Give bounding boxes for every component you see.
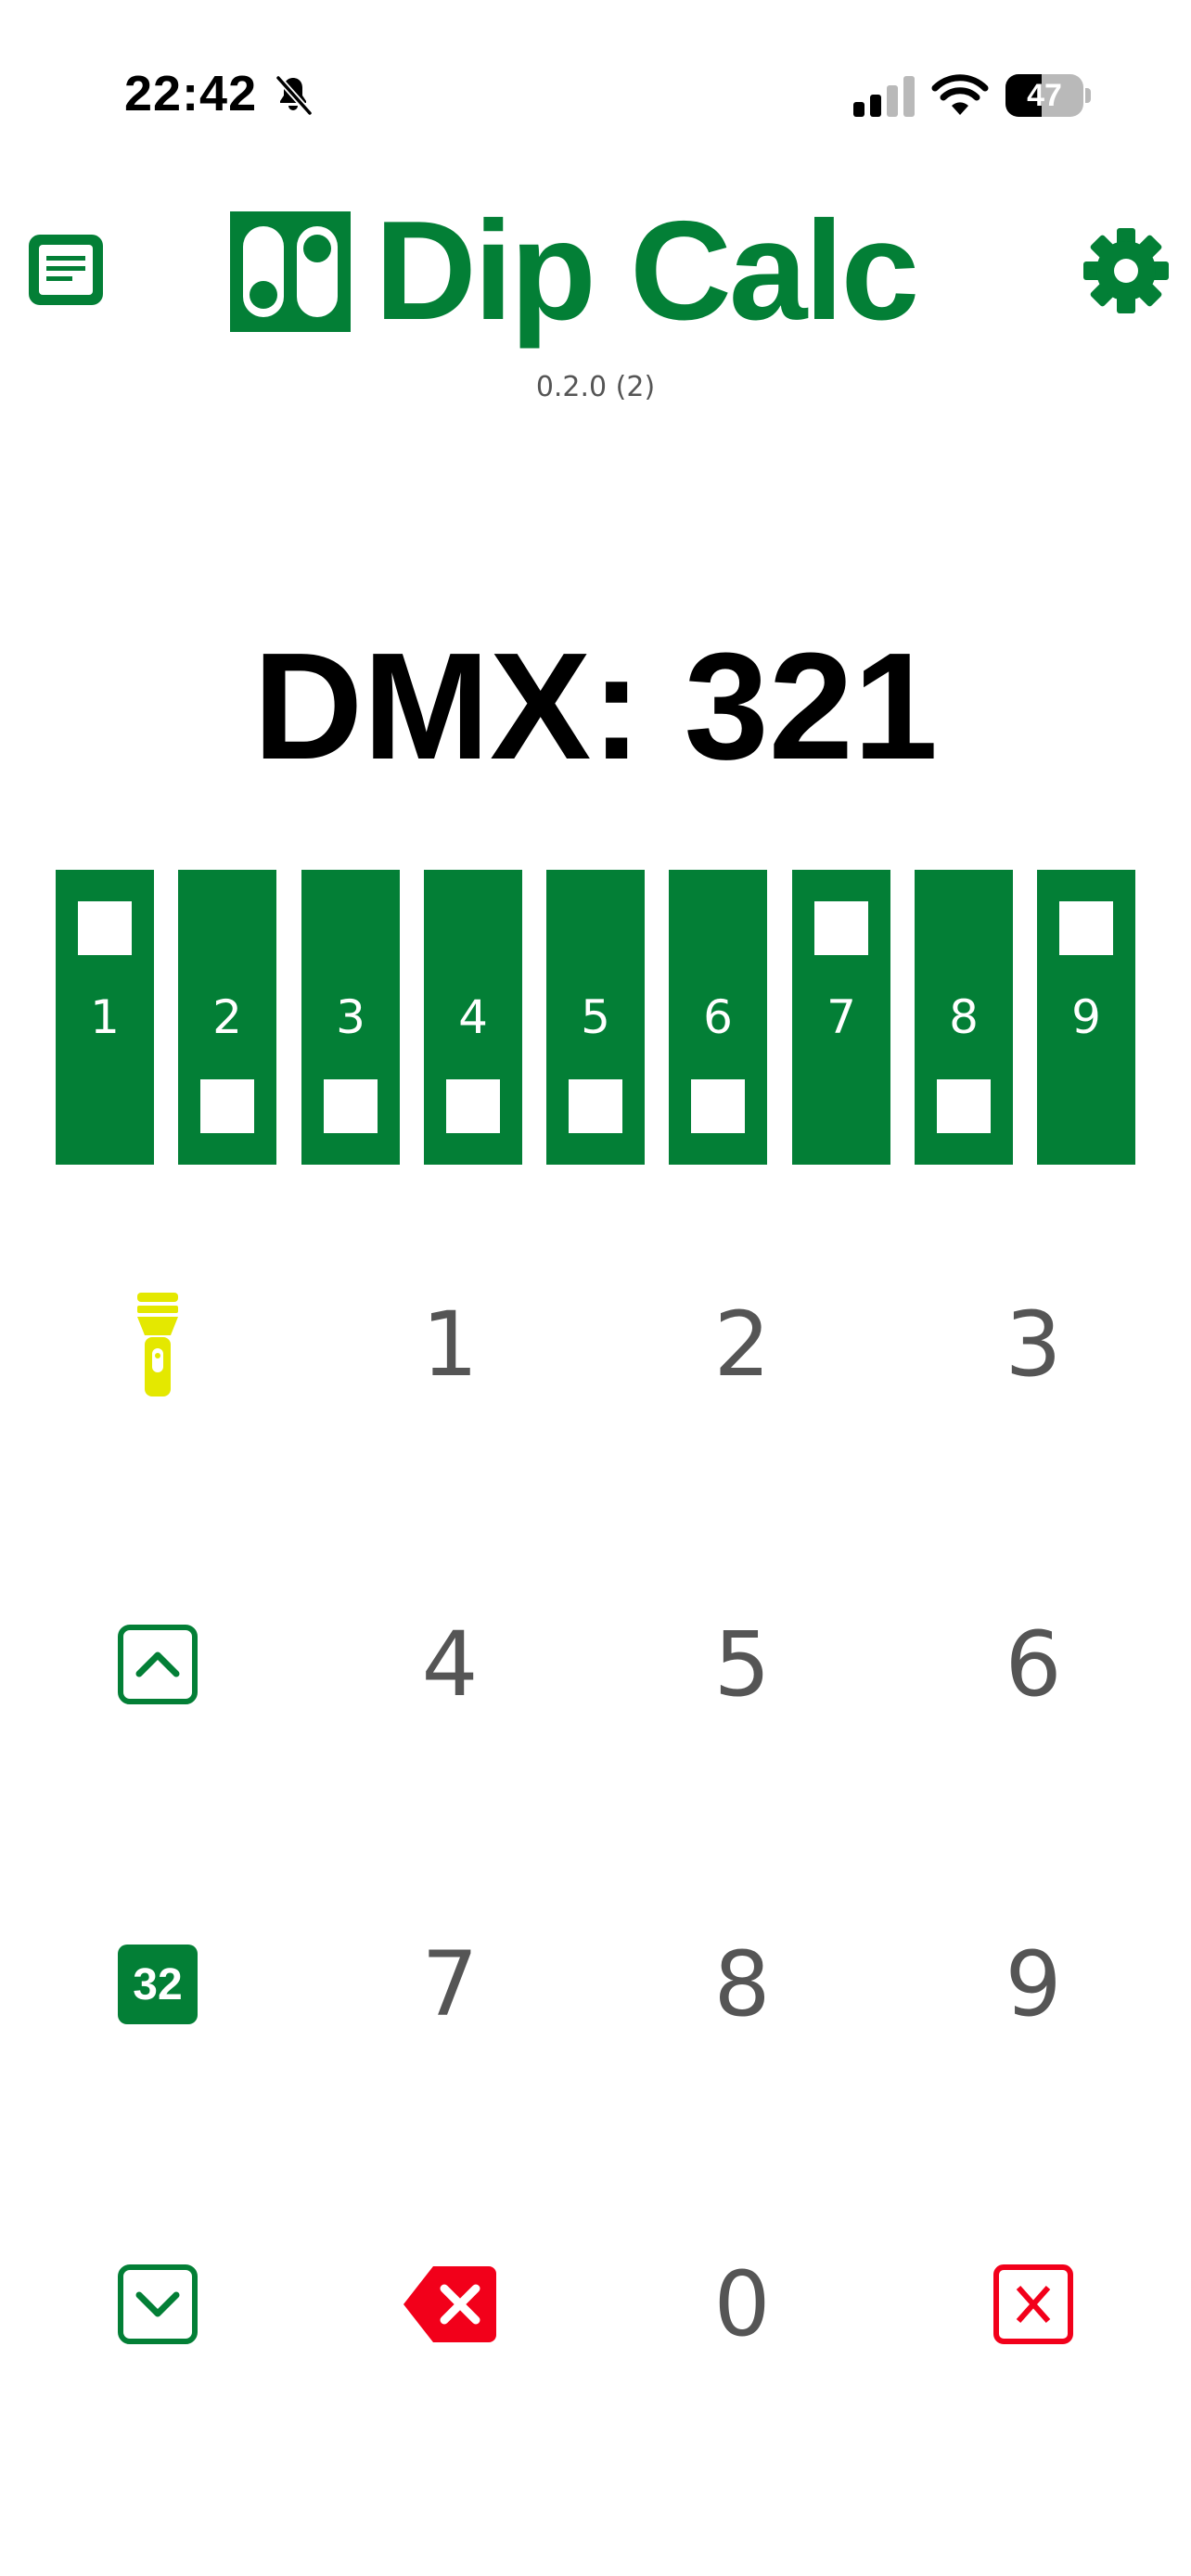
clear-button[interactable] bbox=[894, 2165, 1172, 2443]
battery-icon: 47 bbox=[1005, 74, 1091, 117]
key-5[interactable]: 5 bbox=[603, 1525, 881, 1804]
dip-switch-number: 6 bbox=[703, 990, 733, 1044]
key-6-label: 6 bbox=[1005, 1613, 1062, 1716]
dip-switch-row: 1 2 3 4 5 6 7 8 9 bbox=[56, 870, 1135, 1165]
dip-switch-knob bbox=[691, 1079, 745, 1133]
dip-switch-5[interactable]: 5 bbox=[546, 870, 645, 1165]
status-time: 22:42 bbox=[124, 66, 258, 121]
app-title: Dip Calc bbox=[375, 192, 919, 350]
dip-switch-number: 3 bbox=[336, 990, 365, 1044]
dip-switch-7[interactable]: 7 bbox=[792, 870, 890, 1165]
dip-switch-6[interactable]: 6 bbox=[669, 870, 767, 1165]
dip-switch-knob bbox=[814, 901, 868, 955]
dip-switch-number: 8 bbox=[949, 990, 979, 1044]
dip-switch-knob bbox=[937, 1079, 991, 1133]
key-0-label: 0 bbox=[713, 2252, 771, 2356]
wifi-icon bbox=[931, 74, 989, 115]
key-2-label: 2 bbox=[713, 1293, 771, 1396]
dip-switch-knob bbox=[200, 1079, 254, 1133]
dip-switch-knob bbox=[324, 1079, 378, 1133]
backspace-icon bbox=[403, 2266, 496, 2342]
bell-slash-icon bbox=[275, 75, 313, 116]
battery-percent: 47 bbox=[1027, 78, 1062, 113]
dmx-value-display: DMX: 321 bbox=[252, 621, 939, 791]
key-8-label: 8 bbox=[713, 1932, 771, 2036]
key-2[interactable]: 2 bbox=[603, 1205, 881, 1484]
chevron-up-square-icon bbox=[118, 1625, 198, 1704]
dip-switch-knob bbox=[78, 901, 132, 955]
notes-icon[interactable] bbox=[26, 232, 106, 308]
dip-switch-3[interactable]: 3 bbox=[301, 870, 400, 1165]
dip-switch-4[interactable]: 4 bbox=[424, 870, 522, 1165]
dip-switch-9[interactable]: 9 bbox=[1037, 870, 1135, 1165]
key-1[interactable]: 1 bbox=[311, 1205, 589, 1484]
key-4[interactable]: 4 bbox=[311, 1525, 589, 1804]
key-9-label: 9 bbox=[1005, 1932, 1062, 2036]
key-4-label: 4 bbox=[421, 1613, 479, 1716]
dip-switch-number: 5 bbox=[581, 990, 610, 1044]
key-3-label: 3 bbox=[1005, 1293, 1062, 1396]
dip-switch-logo-icon bbox=[230, 211, 351, 332]
key-9[interactable]: 9 bbox=[894, 1845, 1172, 2123]
dip-switch-knob bbox=[1059, 901, 1113, 955]
flashlight-button[interactable] bbox=[19, 1205, 297, 1484]
dip-switch-number: 2 bbox=[212, 990, 242, 1044]
dip-switch-8[interactable]: 8 bbox=[915, 870, 1013, 1165]
dip-switch-number: 9 bbox=[1071, 990, 1101, 1044]
dip-switch-knob bbox=[446, 1079, 500, 1133]
dip-switch-2[interactable]: 2 bbox=[178, 870, 276, 1165]
cellular-signal-icon bbox=[853, 76, 915, 117]
key-1-label: 1 bbox=[421, 1293, 479, 1396]
key-3[interactable]: 3 bbox=[894, 1205, 1172, 1484]
dip-switch-knob bbox=[569, 1079, 622, 1133]
key-6[interactable]: 6 bbox=[894, 1525, 1172, 1804]
gear-icon[interactable] bbox=[1082, 226, 1171, 315]
key-0[interactable]: 0 bbox=[603, 2165, 881, 2443]
increment-button[interactable] bbox=[19, 1525, 297, 1804]
key-7-label: 7 bbox=[421, 1932, 479, 2036]
decrement-button[interactable] bbox=[19, 2165, 297, 2443]
key-7[interactable]: 7 bbox=[311, 1845, 589, 2123]
dip-switch-number: 7 bbox=[826, 990, 856, 1044]
dip-switch-1[interactable]: 1 bbox=[56, 870, 154, 1165]
channels-32-badge: 32 bbox=[118, 1945, 198, 2024]
key-8[interactable]: 8 bbox=[603, 1845, 881, 2123]
channels-32-button[interactable]: 32 bbox=[19, 1845, 297, 2123]
dip-switch-number: 1 bbox=[90, 990, 120, 1044]
flashlight-icon bbox=[137, 1293, 178, 1396]
dip-switch-number: 4 bbox=[458, 990, 488, 1044]
backspace-button[interactable] bbox=[311, 2165, 589, 2443]
app-version: 0.2.0 (2) bbox=[535, 371, 656, 403]
chevron-down-square-icon bbox=[118, 2264, 198, 2344]
clear-x-square-icon bbox=[993, 2264, 1073, 2344]
key-5-label: 5 bbox=[713, 1613, 771, 1716]
